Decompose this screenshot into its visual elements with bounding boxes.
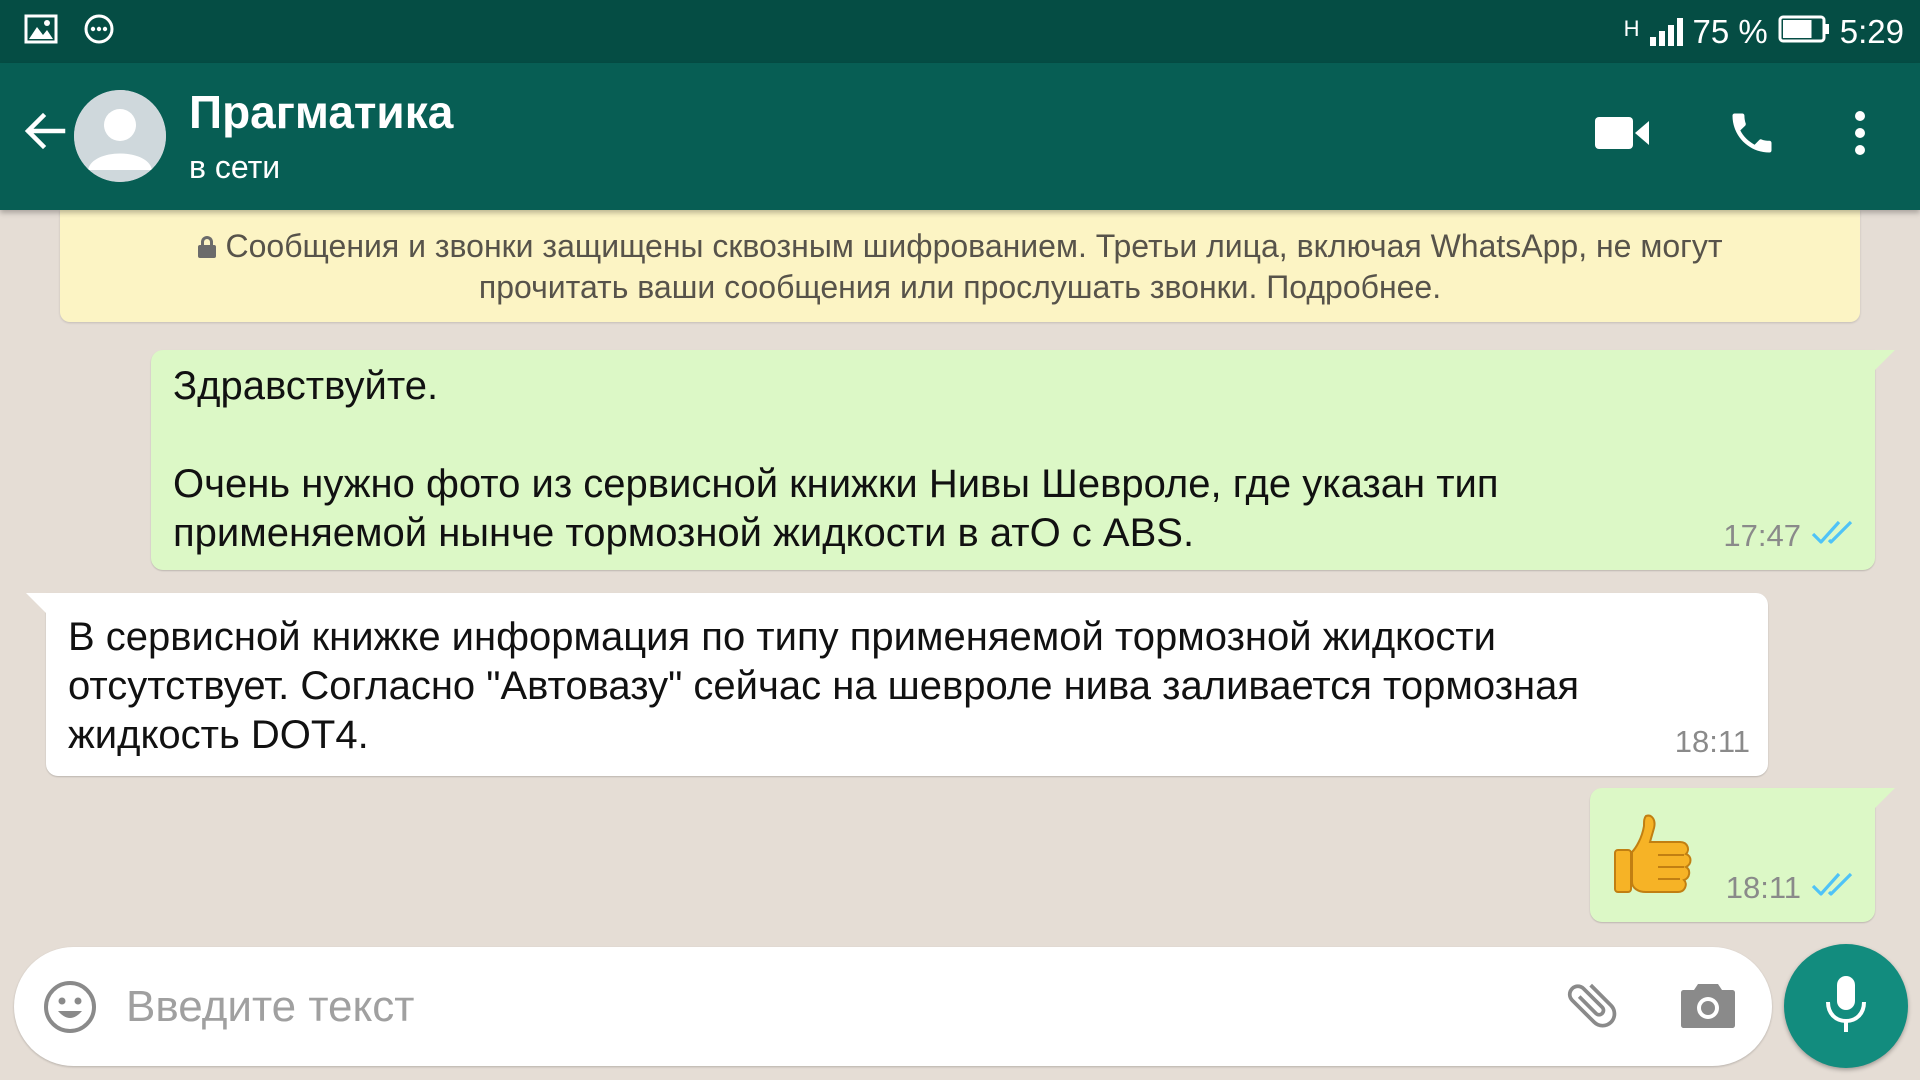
voice-message-button[interactable]	[1784, 944, 1908, 1068]
message-bubble-outgoing[interactable]: 18:11	[1590, 788, 1895, 922]
read-ticks-icon	[1811, 863, 1857, 912]
conversation-header: Прагматика в сети	[0, 63, 1920, 210]
chat-bubble-icon	[82, 12, 116, 51]
image-icon	[24, 14, 58, 49]
back-button[interactable]	[14, 103, 74, 163]
video-call-icon	[1593, 113, 1651, 158]
more-vert-icon	[1853, 110, 1867, 161]
message-bubble-incoming[interactable]: В сервисной книжке информация по типу пр…	[26, 593, 1768, 776]
message-time: 18:11	[1674, 724, 1750, 759]
message-input-bar	[14, 947, 1772, 1066]
message-meta: 18:11	[1675, 717, 1750, 766]
message-time: 18:11	[1725, 870, 1801, 905]
attach-button[interactable]	[1558, 973, 1626, 1041]
contact-avatar[interactable]	[74, 90, 166, 182]
network-type: H	[1623, 15, 1640, 41]
attach-icon	[1562, 975, 1622, 1040]
read-ticks-icon	[1811, 511, 1857, 560]
message-text: В сервисной книжке информация по типу пр…	[68, 615, 1580, 757]
lock-icon	[197, 236, 216, 258]
status-left-icons	[24, 12, 116, 51]
thumbs-up-emoji	[1612, 812, 1696, 908]
contact-name[interactable]: Прагматика	[189, 85, 453, 139]
video-call-button[interactable]	[1590, 103, 1654, 167]
encryption-line-1: Сообщения и звонки защищены сквозным шиф…	[60, 226, 1860, 267]
battery-percent: 75 %	[1692, 12, 1768, 50]
back-arrow-icon	[21, 108, 67, 159]
signal-icon	[1649, 17, 1683, 46]
message-input[interactable]	[126, 967, 1526, 1047]
battery-icon	[1778, 13, 1830, 51]
status-bar: H 75 % 5:29	[0, 0, 1920, 63]
voice-call-button[interactable]	[1720, 103, 1784, 167]
message-text: Здравствуйте. Очень нужно фото из сервис…	[173, 364, 1499, 555]
message-time: 17:47	[1723, 518, 1801, 553]
message-meta: 18:11	[1726, 863, 1857, 912]
camera-button[interactable]	[1674, 973, 1742, 1041]
message-meta: 17:47	[1723, 511, 1857, 560]
message-bubble-outgoing[interactable]: Здравствуйте. Очень нужно фото из сервис…	[151, 350, 1895, 570]
encryption-line-2: прочитать ваши сообщения или прослушать …	[478, 269, 1442, 305]
contact-status: в сети	[189, 149, 281, 185]
phone-icon	[1726, 107, 1778, 164]
encryption-notice[interactable]: Сообщения и звонки защищены сквозным шиф…	[60, 210, 1860, 322]
mic-icon	[1822, 974, 1870, 1039]
more-options-button[interactable]	[1828, 103, 1892, 167]
emoji-button[interactable]	[42, 979, 98, 1035]
clock: 5:29	[1839, 12, 1904, 50]
camera-icon	[1680, 980, 1736, 1035]
avatar-placeholder-icon	[74, 90, 166, 182]
emoji-icon	[42, 981, 98, 1039]
status-right: H 75 % 5:29	[1624, 0, 1904, 63]
